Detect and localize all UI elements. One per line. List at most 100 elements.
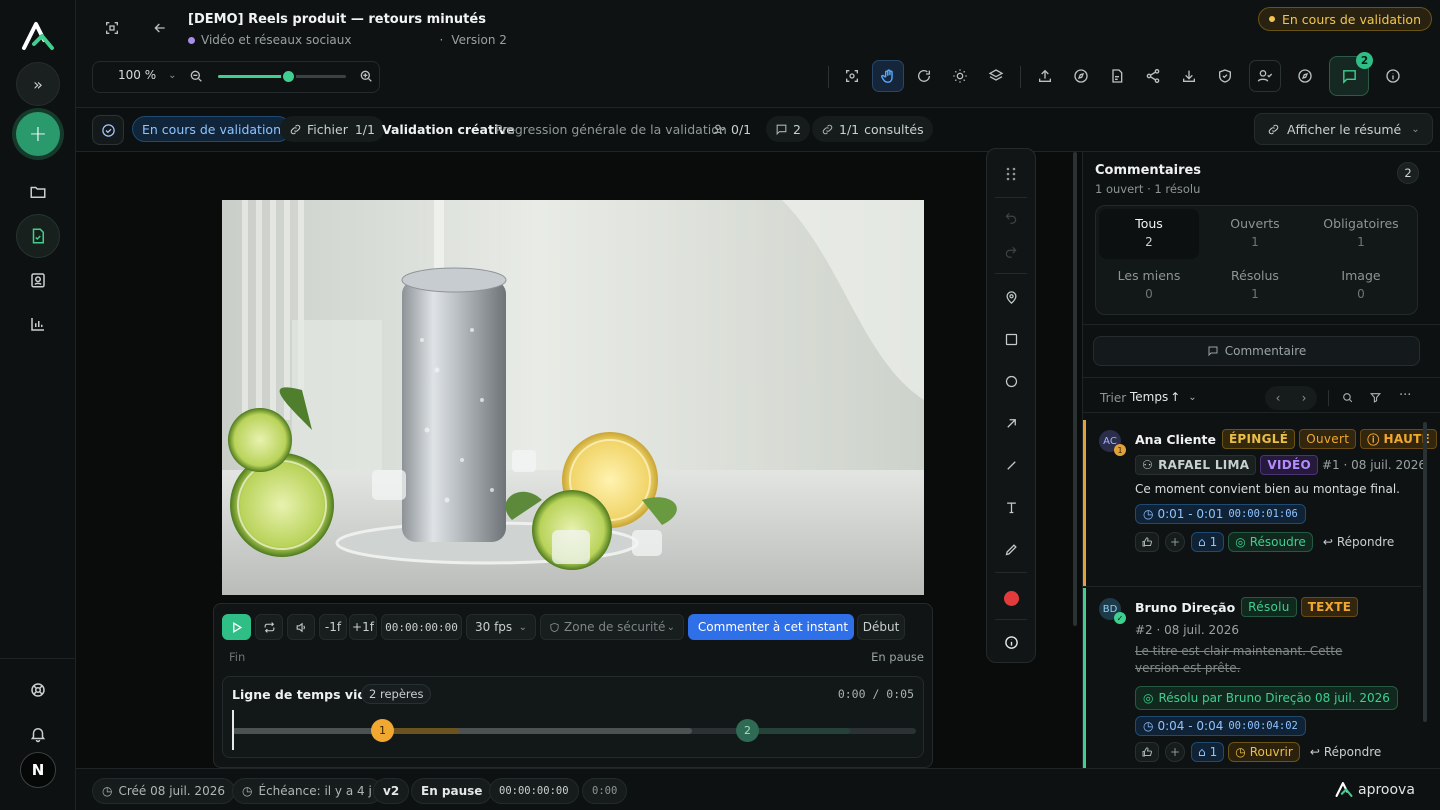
layers-button[interactable] <box>980 60 1012 92</box>
panel-scrollbar[interactable] <box>1423 422 1427 722</box>
color-picker[interactable] <box>996 583 1026 613</box>
video-frame[interactable] <box>222 200 924 595</box>
filter-image[interactable]: Image 0 <box>1311 261 1411 311</box>
comments-value: 2 <box>793 121 801 137</box>
inspect-button[interactable] <box>836 60 868 92</box>
viewed-chip[interactable]: 1/1 consultés <box>812 116 933 142</box>
filter-tous[interactable]: Tous 2 <box>1099 209 1199 259</box>
approve-button[interactable] <box>92 115 124 145</box>
go-start-button[interactable]: Début <box>857 614 905 640</box>
assign-reviewer-button[interactable] <box>1249 60 1281 92</box>
rectangle-tool[interactable] <box>996 324 1026 354</box>
back-button[interactable] <box>144 12 176 44</box>
like-button[interactable] <box>1135 532 1159 552</box>
pan-tool-button[interactable] <box>872 60 904 92</box>
fps-select[interactable]: 30 fps ⌄ <box>466 614 536 640</box>
redo-button[interactable] <box>996 237 1026 267</box>
validation-bar: En cours de validation Fichier 1/1 Valid… <box>76 108 1440 152</box>
comment-at-time-button[interactable]: Commenter à cet instant <box>688 614 854 640</box>
filter-ouverts[interactable]: Ouverts 1 <box>1205 209 1305 259</box>
sort-select[interactable]: Temps ↑ ⌄ <box>1130 390 1197 404</box>
reply-button[interactable]: ↩ Répondre <box>1310 745 1381 759</box>
canvas-scrollbar[interactable] <box>1073 152 1077 626</box>
prev-comment-button[interactable]: ‹ <box>1276 391 1281 405</box>
contacts-nav-button[interactable] <box>16 258 60 302</box>
reply-button[interactable]: ↩ Répondre <box>1323 535 1394 549</box>
navigate-button[interactable] <box>1289 60 1321 92</box>
approvers-chip[interactable]: 0/1 <box>704 116 760 142</box>
tags-chip[interactable]: ⌂ 1 <box>1191 532 1225 552</box>
search-comments-button[interactable] <box>1341 391 1354 404</box>
pen-tool[interactable] <box>996 534 1026 564</box>
time-range-chip[interactable]: ◷ 0:04 - 0:04 00:00:04:02 <box>1135 716 1306 736</box>
timeline-marker-1[interactable]: 1 <box>371 719 394 742</box>
focus-mode-button[interactable] <box>96 12 128 44</box>
undo-button[interactable] <box>996 203 1026 233</box>
go-end-button[interactable]: Fin <box>229 650 245 664</box>
share-button[interactable] <box>1137 60 1169 92</box>
security-button[interactable] <box>1209 60 1241 92</box>
filter-résolus[interactable]: Résolus 1 <box>1205 261 1305 311</box>
filter-les-miens[interactable]: Les miens 0 <box>1099 261 1199 311</box>
reviews-nav-button[interactable] <box>16 214 60 258</box>
filter-comments-button[interactable] <box>1369 391 1382 404</box>
next-frame-button[interactable]: +1f <box>349 614 377 640</box>
comment-card-1[interactable]: AC 1 Ana Cliente ÉPINGLÉ Ouvert ⓘ HAUTE ⚇… <box>1083 420 1438 586</box>
zoom-out-button[interactable] <box>188 68 204 84</box>
volume-button[interactable] <box>287 614 315 640</box>
tools-info-button[interactable] <box>996 627 1026 657</box>
user-avatar[interactable]: N <box>20 752 56 788</box>
filter-obligatoires[interactable]: Obligatoires 1 <box>1311 209 1411 259</box>
drag-handle[interactable] <box>996 159 1026 189</box>
brightness-button[interactable] <box>944 60 976 92</box>
clock-icon: ◷ <box>242 784 253 798</box>
refresh-button[interactable] <box>908 60 940 92</box>
folder-nav-button[interactable] <box>16 170 60 214</box>
like-button[interactable] <box>1135 742 1159 762</box>
tags-chip[interactable]: ⌂ 1 <box>1191 742 1225 762</box>
create-button[interactable]: + <box>16 112 60 156</box>
comment-card-2[interactable]: BD ✓ Bruno Direção Résolu TEXTE #2 · 08 … <box>1083 588 1421 768</box>
reopen-button[interactable]: ◷ Rouvrir <box>1228 742 1300 762</box>
prev-frame-button[interactable]: -1f <box>319 614 347 640</box>
comments-toggle-button[interactable]: 2 <box>1329 52 1373 96</box>
add-reaction-button[interactable]: + <box>1165 532 1185 552</box>
expand-sidebar-button[interactable]: » <box>16 62 60 106</box>
more-icon[interactable]: ··· <box>1399 388 1411 403</box>
analytics-nav-button[interactable] <box>16 302 60 346</box>
export-pdf-button[interactable] <box>1101 60 1133 92</box>
show-summary-button[interactable]: Afficher le résumé ⌄ <box>1254 113 1433 145</box>
timeline-marker-2[interactable]: 2 <box>736 719 759 742</box>
comments-chip[interactable]: 2 <box>766 116 810 142</box>
reply-icon: ↩ <box>1309 745 1320 759</box>
ellipse-tool[interactable] <box>996 366 1026 396</box>
download-button[interactable] <box>1173 60 1205 92</box>
loop-button[interactable] <box>255 614 283 640</box>
timeline-track[interactable] <box>232 728 916 734</box>
info-button[interactable] <box>1377 60 1409 92</box>
upload-button[interactable] <box>1029 60 1061 92</box>
add-comment-button[interactable]: Commentaire <box>1093 336 1420 366</box>
next-comment-button[interactable]: › <box>1302 391 1307 405</box>
aproova-logo[interactable] <box>20 20 56 52</box>
safe-zone-select[interactable]: Zone de sécurité ⌄ <box>540 614 684 640</box>
resolved-badge: Résolu <box>1241 597 1297 617</box>
notifications-button[interactable] <box>16 712 60 756</box>
play-button[interactable] <box>222 614 251 640</box>
file-chip[interactable]: Fichier 1/1 <box>280 116 384 142</box>
version-chip[interactable]: v2 <box>373 778 410 804</box>
arrow-tool[interactable] <box>996 408 1026 438</box>
zoom-select[interactable]: 100 % ⌄ <box>102 68 177 82</box>
text-tool[interactable] <box>996 492 1026 522</box>
help-button[interactable] <box>16 668 60 712</box>
pin-tool[interactable] <box>996 282 1026 312</box>
add-reaction-button[interactable]: + <box>1165 742 1185 762</box>
zoom-in-button[interactable] <box>358 68 374 84</box>
playhead[interactable] <box>232 710 234 750</box>
resolve-button[interactable]: ◎ Résoudre <box>1228 532 1313 552</box>
compass-button[interactable] <box>1065 60 1097 92</box>
line-tool[interactable] <box>996 450 1026 480</box>
validation-status-chip[interactable]: En cours de validation <box>132 116 292 142</box>
zoom-slider[interactable] <box>218 69 346 84</box>
time-range-chip[interactable]: ◷ 0:01 - 0:01 00:00:01:06 <box>1135 504 1306 524</box>
